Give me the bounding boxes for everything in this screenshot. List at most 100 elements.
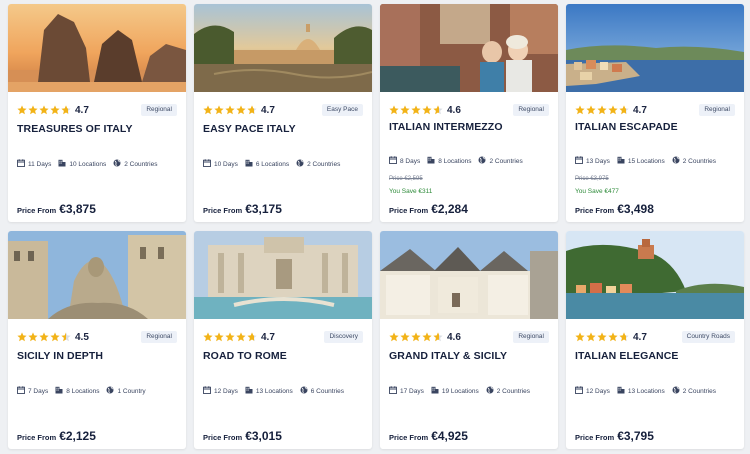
globe-icon <box>106 386 117 396</box>
star-icon <box>247 105 257 115</box>
tour-meta: 17 Days 19 Locations 2 Countries <box>389 386 537 396</box>
rating: 4.6 <box>389 330 461 344</box>
tour-style-tag: Regional <box>513 331 549 343</box>
globe-icon <box>296 159 307 169</box>
price-value: €3,795 <box>617 429 654 443</box>
tour-photo[interactable] <box>380 231 558 319</box>
savings-amount: You Save €311 <box>389 188 433 195</box>
locations: 15 Locations <box>627 157 665 165</box>
locations: 6 Locations <box>255 160 290 168</box>
star-icon <box>619 332 629 342</box>
price-label: Price From <box>203 206 243 215</box>
countries: 2 Countries <box>124 160 158 168</box>
star-icon <box>433 332 443 342</box>
star-rating-icons <box>17 332 72 342</box>
tour-card[interactable]: 4.7 Regional TREASURES OF ITALY 11 Days … <box>8 4 186 222</box>
calendar-icon <box>203 159 214 169</box>
tour-photo[interactable] <box>566 4 744 92</box>
star-icon <box>236 105 246 115</box>
price-value: €3,498 <box>617 202 654 216</box>
duration: 17 Days <box>400 387 424 395</box>
star-icon <box>17 105 27 115</box>
tour-photo[interactable] <box>380 4 558 92</box>
price-value: €2,284 <box>431 202 468 216</box>
locations: 13 Locations <box>255 387 293 395</box>
rating-value: 4.6 <box>447 104 461 116</box>
price-value: €3,015 <box>245 429 282 443</box>
star-rating-icons <box>389 332 444 342</box>
star-icon <box>597 332 607 342</box>
tour-title[interactable]: TREASURES OF ITALY <box>17 123 133 135</box>
duration: 11 Days <box>28 160 52 168</box>
building-icon <box>427 156 438 166</box>
globe-icon <box>478 156 489 166</box>
price: Price From €3,498 <box>575 202 654 216</box>
tour-card[interactable]: 4.6 Regional ITALIAN INTERMEZZO 8 Days 8… <box>380 4 558 222</box>
tour-meta: 11 Days 10 Locations 2 Countries <box>17 159 165 169</box>
tour-style-tag: Country Roads <box>681 331 735 343</box>
tour-title[interactable]: ITALIAN ELEGANCE <box>575 350 679 362</box>
duration: 12 Days <box>586 387 610 395</box>
calendar-icon <box>17 386 28 396</box>
tour-photo[interactable] <box>194 4 372 92</box>
tour-card[interactable]: 4.7 Discovery ROAD TO ROME 12 Days 13 Lo… <box>194 231 372 449</box>
building-icon <box>55 386 66 396</box>
tour-card[interactable]: 4.7 Easy Pace EASY PACE ITALY 10 Days 6 … <box>194 4 372 222</box>
price: Price From €3,015 <box>203 429 282 443</box>
savings-amount: You Save €477 <box>575 188 619 195</box>
tour-photo[interactable] <box>8 4 186 92</box>
star-icon <box>389 332 399 342</box>
building-icon <box>245 159 256 169</box>
star-icon <box>400 332 410 342</box>
tour-style-tag: Discovery <box>324 331 363 343</box>
tour-meta: 13 Days 15 Locations 2 Countries <box>575 156 723 166</box>
rating-value: 4.7 <box>261 104 275 116</box>
tour-card[interactable]: 4.5 Regional SICILY IN DEPTH 7 Days 8 Lo… <box>8 231 186 449</box>
duration: 7 Days <box>28 387 49 395</box>
countries: 2 Countries <box>682 387 716 395</box>
star-icon <box>586 105 596 115</box>
rating: 4.5 <box>17 330 89 344</box>
rating: 4.7 <box>575 330 647 344</box>
calendar-icon <box>389 156 400 166</box>
price: Price From €2,284 <box>389 202 468 216</box>
calendar-icon <box>575 156 586 166</box>
tour-title[interactable]: ITALIAN ESCAPADE <box>575 121 678 133</box>
globe-icon <box>672 386 683 396</box>
rating: 4.6 <box>389 103 461 117</box>
star-icon <box>586 332 596 342</box>
locations: 8 Locations <box>66 387 100 395</box>
star-rating-icons <box>17 105 72 115</box>
star-icon <box>597 105 607 115</box>
tour-card[interactable]: 4.6 Regional GRAND ITALY & SICILY 17 Day… <box>380 231 558 449</box>
star-icon <box>411 105 421 115</box>
rating: 4.7 <box>17 103 89 117</box>
calendar-icon <box>389 386 400 396</box>
locations: 10 Locations <box>69 160 107 168</box>
globe-icon <box>486 386 497 396</box>
star-icon <box>608 332 618 342</box>
star-icon <box>61 332 71 342</box>
rating-value: 4.7 <box>75 104 89 116</box>
price: Price From €3,875 <box>17 202 96 216</box>
tour-photo[interactable] <box>566 231 744 319</box>
tour-style-tag: Regional <box>141 331 177 343</box>
tour-title[interactable]: GRAND ITALY & SICILY <box>389 350 507 362</box>
countries: 2 Countries <box>307 160 341 168</box>
calendar-icon <box>203 386 214 396</box>
star-rating-icons <box>389 105 444 115</box>
tour-title[interactable]: EASY PACE ITALY <box>203 123 296 135</box>
tour-photo[interactable] <box>194 231 372 319</box>
tour-card[interactable]: 4.7 Regional ITALIAN ESCAPADE 13 Days 15… <box>566 4 744 222</box>
tour-title[interactable]: SICILY IN DEPTH <box>17 350 103 362</box>
star-icon <box>247 332 257 342</box>
star-icon <box>389 105 399 115</box>
star-rating-icons <box>203 105 258 115</box>
star-icon <box>50 332 60 342</box>
tour-title[interactable]: ITALIAN INTERMEZZO <box>389 121 503 133</box>
tour-photo[interactable] <box>8 231 186 319</box>
star-icon <box>433 105 443 115</box>
tour-card[interactable]: 4.7 Country Roads ITALIAN ELEGANCE 12 Da… <box>566 231 744 449</box>
tour-title[interactable]: ROAD TO ROME <box>203 350 287 362</box>
calendar-icon <box>575 386 586 396</box>
